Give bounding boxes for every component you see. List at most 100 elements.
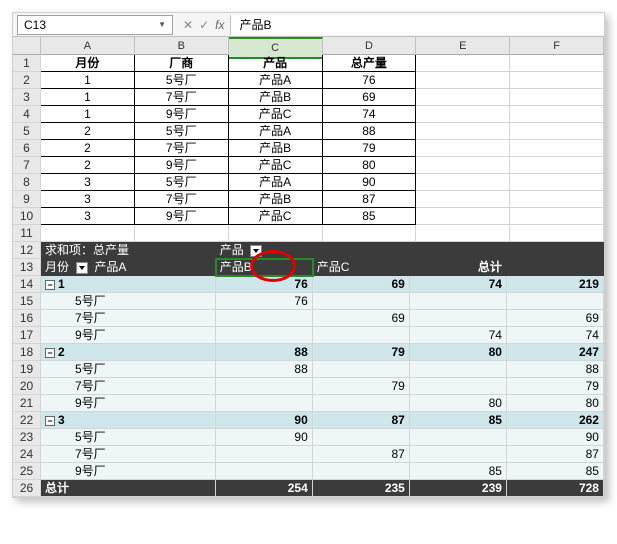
pivot-value[interactable]: 88 [216,361,313,378]
data-cell[interactable]: 80 [323,157,417,174]
pivot-col-label[interactable]: 总计 [410,259,507,276]
data-cell[interactable]: 88 [323,123,417,140]
pivot-detail-label[interactable]: 7号厂 [41,446,216,463]
data-cell[interactable]: 1 [41,106,135,123]
row-number[interactable]: 22 [13,412,41,429]
data-cell[interactable]: 产品B [229,191,323,208]
pivot-value[interactable]: 79 [313,378,410,395]
cell[interactable] [510,191,604,208]
cell[interactable] [135,225,229,242]
enter-icon[interactable]: ✓ [199,18,209,32]
pivot-grand-value[interactable]: 254 [216,480,313,497]
row-number[interactable]: 13 [13,259,41,276]
pivot-value[interactable]: 76 [216,293,313,310]
cell[interactable] [510,106,604,123]
row-number[interactable]: 15 [13,293,41,310]
pivot-subtotal[interactable]: 219 [507,276,604,293]
pivot-value[interactable] [313,293,410,310]
row-number[interactable]: 19 [13,361,41,378]
pivot-value[interactable]: 87 [507,446,604,463]
row-number[interactable]: 18 [13,344,41,361]
row-number[interactable]: 2 [13,72,41,89]
data-cell[interactable]: 9号厂 [135,157,229,174]
cell[interactable] [510,157,604,174]
pivot-value[interactable] [216,463,313,480]
pivot-value[interactable]: 87 [313,446,410,463]
pivot-value[interactable]: 85 [410,463,507,480]
data-cell[interactable]: 3 [41,191,135,208]
cell[interactable] [510,208,604,225]
pivot-value[interactable] [216,395,313,412]
pivot-value[interactable]: 69 [313,310,410,327]
cell[interactable] [507,242,604,259]
row-number[interactable]: 6 [13,140,41,157]
data-cell[interactable]: 产品C [229,157,323,174]
pivot-group-key[interactable]: −2 [41,344,216,361]
data-cell[interactable]: 76 [323,72,417,89]
pivot-value[interactable]: 88 [507,361,604,378]
table-header[interactable]: 产品 [229,55,323,72]
pivot-value[interactable] [410,378,507,395]
row-number[interactable]: 11 [13,225,41,242]
pivot-col-field[interactable]: 产品 [216,242,313,259]
pivot-subtotal[interactable]: 87 [313,412,410,429]
pivot-detail-label[interactable]: 9号厂 [41,463,216,480]
collapse-icon[interactable]: − [45,280,55,290]
pivot-value[interactable]: 74 [410,327,507,344]
pivot-value[interactable]: 79 [507,378,604,395]
cell[interactable] [416,72,510,89]
pivot-detail-label[interactable]: 7号厂 [41,378,216,395]
cell[interactable] [313,242,410,259]
data-cell[interactable]: 产品C [229,106,323,123]
pivot-value[interactable] [216,378,313,395]
pivot-value[interactable] [216,446,313,463]
pivot-grand-value[interactable]: 728 [507,480,604,497]
data-cell[interactable]: 产品A [229,174,323,191]
pivot-subtotal[interactable]: 247 [507,344,604,361]
data-cell[interactable]: 产品B [229,89,323,106]
pivot-group-key[interactable]: −3 [41,412,216,429]
pivot-subtotal[interactable]: 76 [216,276,313,293]
collapse-icon[interactable]: − [45,348,55,358]
data-cell[interactable]: 1 [41,72,135,89]
pivot-value[interactable]: 80 [410,395,507,412]
pivot-grand-value[interactable]: 235 [313,480,410,497]
formula-bar[interactable]: 产品B [230,15,604,35]
pivot-value[interactable]: 80 [507,395,604,412]
cell[interactable] [510,72,604,89]
pivot-value[interactable] [410,293,507,310]
pivot-row-dropdown-icon[interactable] [76,262,88,274]
row-number[interactable]: 5 [13,123,41,140]
data-cell[interactable]: 5号厂 [135,123,229,140]
row-number[interactable]: 4 [13,106,41,123]
cell[interactable] [323,225,417,242]
data-cell[interactable]: 90 [323,174,417,191]
row-number[interactable]: 7 [13,157,41,174]
pivot-value[interactable] [313,327,410,344]
cell[interactable] [416,89,510,106]
pivot-detail-label[interactable]: 5号厂 [41,293,216,310]
pivot-value[interactable] [216,310,313,327]
pivot-subtotal[interactable]: 262 [507,412,604,429]
cell[interactable] [416,191,510,208]
pivot-detail-label[interactable]: 7号厂 [41,310,216,327]
row-number[interactable]: 14 [13,276,41,293]
data-cell[interactable]: 5号厂 [135,72,229,89]
pivot-value[interactable] [216,327,313,344]
pivot-subtotal[interactable]: 69 [313,276,410,293]
cell[interactable] [416,140,510,157]
cell[interactable] [510,89,604,106]
pivot-value[interactable]: 90 [216,429,313,446]
data-cell[interactable]: 3 [41,174,135,191]
pivot-detail-label[interactable]: 5号厂 [41,361,216,378]
pivot-value[interactable] [507,293,604,310]
data-cell[interactable]: 3 [41,208,135,225]
pivot-detail-label[interactable]: 9号厂 [41,327,216,344]
pivot-value[interactable]: 74 [507,327,604,344]
pivot-value[interactable] [410,361,507,378]
pivot-grand-label[interactable]: 总计 [41,480,216,497]
data-cell[interactable]: 7号厂 [135,191,229,208]
cell[interactable] [416,123,510,140]
cancel-icon[interactable]: ✕ [183,18,193,32]
row-number[interactable]: 12 [13,242,41,259]
